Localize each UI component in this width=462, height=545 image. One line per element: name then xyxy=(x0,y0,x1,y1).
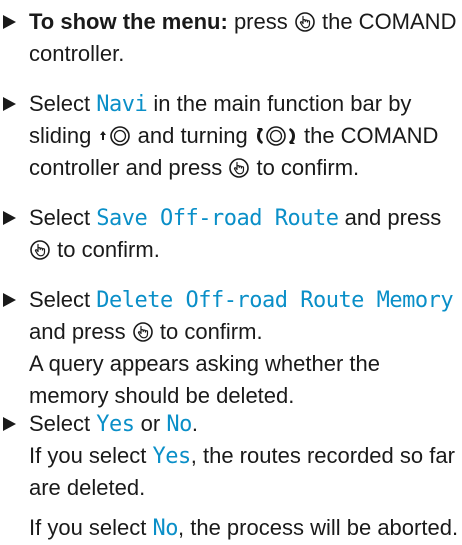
step-text: to confirm. xyxy=(256,155,360,180)
bullet-icon xyxy=(3,284,17,316)
step-text: and press xyxy=(29,319,126,344)
step-4-line-2: and press to confirm. xyxy=(29,316,462,348)
step-text: Select xyxy=(29,205,91,230)
step-5-line-1: Select Yes or No. xyxy=(29,408,462,440)
step-text: . xyxy=(191,411,198,436)
step-text: controller and press xyxy=(29,155,223,180)
bullet-icon xyxy=(3,408,17,440)
step-5-line-2: If you select Yes, the routes recorded s… xyxy=(29,440,462,472)
bullet-icon xyxy=(3,6,17,38)
step-2-line-2: sliding and turning the COMAND xyxy=(29,120,462,152)
step-text: If you select xyxy=(29,515,147,540)
ui-term-yes: Yes xyxy=(96,412,135,437)
ui-term-no: No xyxy=(152,516,179,541)
instruction-step-2: Select Navi in the main function bar by … xyxy=(0,88,462,184)
instruction-step-5: Select Yes or No. If you select Yes, the… xyxy=(0,408,462,544)
instruction-step-1: To show the menu: press the COMAND contr… xyxy=(0,6,462,70)
step-text: Select xyxy=(29,287,91,312)
turn-controller-icon xyxy=(254,125,298,147)
step-text: and turning xyxy=(137,123,248,148)
step-4-line-1: Select Delete Off-road Route Memory xyxy=(29,284,462,316)
slide-up-controller-icon xyxy=(98,125,132,147)
ui-term-no: No xyxy=(166,412,192,437)
step-text: to confirm. xyxy=(159,319,263,344)
ui-term-yes: Yes xyxy=(152,444,192,469)
step-text: Select xyxy=(29,411,91,436)
ui-term-save-off-road-route: Save Off-road Route xyxy=(96,206,339,231)
step-text: , the routes recorded so far xyxy=(190,443,455,468)
step-5-line-3: are deleted. xyxy=(29,475,146,500)
step-1-line-2: controller. xyxy=(29,41,125,66)
press-controller-icon xyxy=(294,11,316,33)
step-text: in the main function bar by xyxy=(153,91,412,116)
step-text: or xyxy=(140,411,161,436)
step-text: the COMAND xyxy=(321,9,457,34)
instruction-page: To show the menu: press the COMAND contr… xyxy=(0,0,462,541)
bullet-icon xyxy=(3,88,17,120)
step-text: the COMAND xyxy=(303,123,439,148)
ui-term-delete-off-road-route-memory: Delete Off-road Route Memory xyxy=(96,288,454,313)
ui-term-navi: Navi xyxy=(96,92,148,117)
step-text: sliding xyxy=(29,123,92,148)
press-controller-icon xyxy=(132,321,154,343)
step-2-line-1: Select Navi in the main function bar by xyxy=(29,88,462,120)
step-text: , the process will be aborted. xyxy=(178,515,459,540)
step-text: press xyxy=(233,9,288,34)
step-1-line-1: To show the menu: press the COMAND xyxy=(29,6,462,38)
step-text: Select xyxy=(29,91,91,116)
step-text: to confirm. xyxy=(57,237,160,262)
step-1-heading: To show the menu: xyxy=(29,9,228,34)
press-controller-icon xyxy=(228,157,250,179)
instruction-step-3: Select Save Off-road Route and press to … xyxy=(0,202,462,266)
press-controller-icon xyxy=(29,239,51,261)
step-3-line-1: Select Save Off-road Route and press xyxy=(29,202,462,234)
step-2-line-3: controller and press to confirm. xyxy=(29,152,462,184)
step-text: If you select xyxy=(29,443,147,468)
step-text: and press xyxy=(344,205,442,230)
step-4-line-3: A query appears asking whether the xyxy=(29,351,381,376)
bullet-icon xyxy=(3,202,17,234)
instruction-step-4: Select Delete Off-road Route Memory and … xyxy=(0,284,462,412)
step-5-line-4: If you select No, the process will be ab… xyxy=(29,512,462,544)
step-3-line-2: to confirm. xyxy=(29,234,462,266)
